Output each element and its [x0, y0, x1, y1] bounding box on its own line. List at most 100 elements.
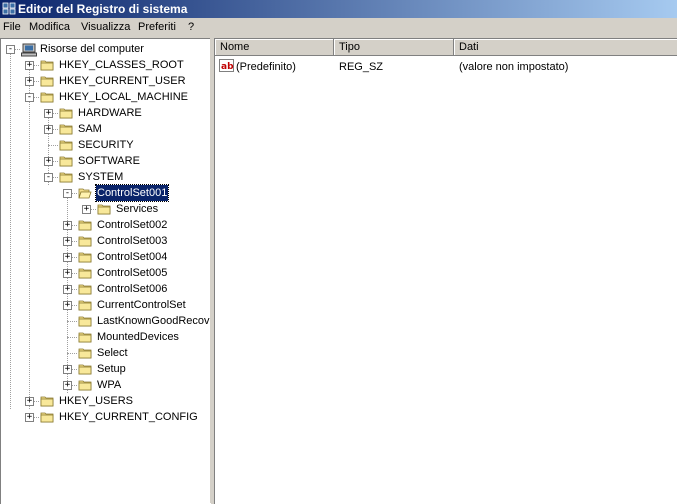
- tree-node[interactable]: SECURITY: [1, 137, 211, 153]
- tree-node[interactable]: - SYSTEM: [1, 169, 211, 185]
- folder-icon: [78, 347, 92, 359]
- registry-tree[interactable]: - Risorse del computer + HKEY_CLASSES_ROOT +…: [0, 38, 211, 504]
- folder-icon: [59, 155, 73, 167]
- tree-node[interactable]: + ControlSet002: [1, 217, 211, 233]
- tree-node[interactable]: - Risorse del computer: [1, 41, 211, 57]
- tree-node-label[interactable]: ControlSet006: [96, 281, 168, 297]
- expand-plus-icon[interactable]: +: [63, 237, 72, 246]
- collapse-minus-icon[interactable]: -: [44, 173, 53, 182]
- tree-node[interactable]: + Services: [1, 201, 211, 217]
- collapse-minus-icon[interactable]: -: [6, 45, 15, 54]
- tree-node-label[interactable]: LastKnownGoodRecov: [96, 313, 211, 329]
- tree-node[interactable]: + ControlSet005: [1, 265, 211, 281]
- tree-node[interactable]: Select: [1, 345, 211, 361]
- tree-node[interactable]: MountedDevices: [1, 329, 211, 345]
- registry-editor-icon: [2, 2, 16, 15]
- column-header-tipo[interactable]: Tipo: [334, 39, 454, 56]
- tree-node[interactable]: + CurrentControlSet: [1, 297, 211, 313]
- tree-node[interactable]: + HARDWARE: [1, 105, 211, 121]
- folder-icon: [78, 379, 92, 391]
- expand-plus-icon[interactable]: +: [44, 125, 53, 134]
- values-list[interactable]: Nome Tipo Dati ab (Predefinito) REG_SZ (…: [214, 38, 677, 504]
- tree-node[interactable]: + ControlSet003: [1, 233, 211, 249]
- tree-node-label[interactable]: MountedDevices: [96, 329, 180, 345]
- tree-node-label[interactable]: SAM: [77, 121, 103, 137]
- tree-node-label[interactable]: WPA: [96, 377, 122, 393]
- collapse-minus-icon[interactable]: -: [63, 189, 72, 198]
- value-type: REG_SZ: [339, 61, 384, 73]
- expand-plus-icon[interactable]: +: [25, 77, 34, 86]
- tree-node-label[interactable]: ControlSet003: [96, 233, 168, 249]
- tree-node-label[interactable]: CurrentControlSet: [96, 297, 187, 313]
- tree-node[interactable]: + HKEY_CURRENT_CONFIG: [1, 409, 211, 425]
- tree-node-label[interactable]: ControlSet002: [96, 217, 168, 233]
- folder-icon: [78, 315, 92, 327]
- column-header-dati[interactable]: Dati: [454, 39, 677, 56]
- tree-node-label[interactable]: HKEY_LOCAL_MACHINE: [58, 89, 189, 105]
- tree-node-label[interactable]: Setup: [96, 361, 127, 377]
- tree-node[interactable]: - HKEY_LOCAL_MACHINE: [1, 89, 211, 105]
- collapse-minus-icon[interactable]: -: [25, 93, 34, 102]
- tree-node[interactable]: - ControlSet001: [1, 184, 211, 202]
- folder-icon: [40, 395, 54, 407]
- expand-plus-icon[interactable]: +: [63, 269, 72, 278]
- expand-plus-icon[interactable]: +: [63, 301, 72, 310]
- tree-node[interactable]: + HKEY_USERS: [1, 393, 211, 409]
- tree-node[interactable]: + ControlSet004: [1, 249, 211, 265]
- tree-node-label[interactable]: HKEY_USERS: [58, 393, 134, 409]
- folder-icon: [59, 123, 73, 135]
- tree-node[interactable]: + WPA: [1, 377, 211, 393]
- tree-node[interactable]: + HKEY_CLASSES_ROOT: [1, 57, 211, 73]
- expand-plus-icon[interactable]: +: [63, 381, 72, 390]
- folder-icon: [59, 139, 73, 151]
- expand-plus-icon[interactable]: +: [25, 61, 34, 70]
- folder-icon: [40, 411, 54, 423]
- folder-icon: [78, 283, 92, 295]
- tree-node-label[interactable]: SECURITY: [77, 137, 135, 153]
- folder-icon: [78, 219, 92, 231]
- tree-node[interactable]: + SOFTWARE: [1, 153, 211, 169]
- computer-icon: [21, 43, 37, 57]
- tree-node[interactable]: + Setup: [1, 361, 211, 377]
- folder-icon: [78, 331, 92, 343]
- tree-connector: [67, 337, 77, 338]
- expand-plus-icon[interactable]: +: [63, 221, 72, 230]
- value-name[interactable]: (Predefinito): [236, 59, 296, 75]
- expand-plus-icon[interactable]: +: [25, 397, 34, 406]
- expand-plus-icon[interactable]: +: [44, 157, 53, 166]
- tree-node-label[interactable]: HKEY_CURRENT_CONFIG: [58, 409, 199, 425]
- tree-node-label[interactable]: SYSTEM: [77, 169, 124, 185]
- expand-plus-icon[interactable]: +: [25, 413, 34, 422]
- title-bar[interactable]: Editor del Registro di sistema: [0, 0, 677, 18]
- tree-node[interactable]: + ControlSet006: [1, 281, 211, 297]
- folder-icon: [40, 91, 54, 103]
- tree-node-label[interactable]: ControlSet001: [94, 184, 170, 202]
- tree-node-label[interactable]: Select: [96, 345, 129, 361]
- expand-plus-icon[interactable]: +: [82, 205, 91, 214]
- value-data: (valore non impostato): [459, 61, 569, 73]
- expand-plus-icon[interactable]: +: [63, 253, 72, 262]
- expand-plus-icon[interactable]: +: [63, 365, 72, 374]
- expand-plus-icon[interactable]: +: [44, 109, 53, 118]
- tree-node-label[interactable]: HKEY_CURRENT_USER: [58, 73, 187, 89]
- menu-modifica[interactable]: Modifica: [26, 18, 73, 37]
- tree-node-label[interactable]: HKEY_CLASSES_ROOT: [58, 57, 185, 73]
- tree-node-label[interactable]: SOFTWARE: [77, 153, 141, 169]
- tree-node-label[interactable]: Risorse del computer: [39, 41, 145, 57]
- menu-visualizza[interactable]: Visualizza: [78, 18, 133, 37]
- tree-node-label[interactable]: HARDWARE: [77, 105, 143, 121]
- column-header-nome[interactable]: Nome: [215, 39, 334, 56]
- tree-node-label[interactable]: Services: [115, 201, 159, 217]
- tree-node[interactable]: + SAM: [1, 121, 211, 137]
- menu-preferiti[interactable]: Preferiti: [135, 18, 179, 37]
- expand-plus-icon[interactable]: +: [63, 285, 72, 294]
- tree-node-label[interactable]: ControlSet004: [96, 249, 168, 265]
- menu-help[interactable]: ?: [185, 18, 197, 37]
- folder-icon: [59, 107, 73, 119]
- menu-file[interactable]: File: [0, 18, 24, 37]
- string-value-icon: ab: [219, 59, 234, 72]
- folder-icon: [78, 251, 92, 263]
- tree-node-label[interactable]: ControlSet005: [96, 265, 168, 281]
- tree-node[interactable]: LastKnownGoodRecov: [1, 313, 211, 329]
- tree-node[interactable]: + HKEY_CURRENT_USER: [1, 73, 211, 89]
